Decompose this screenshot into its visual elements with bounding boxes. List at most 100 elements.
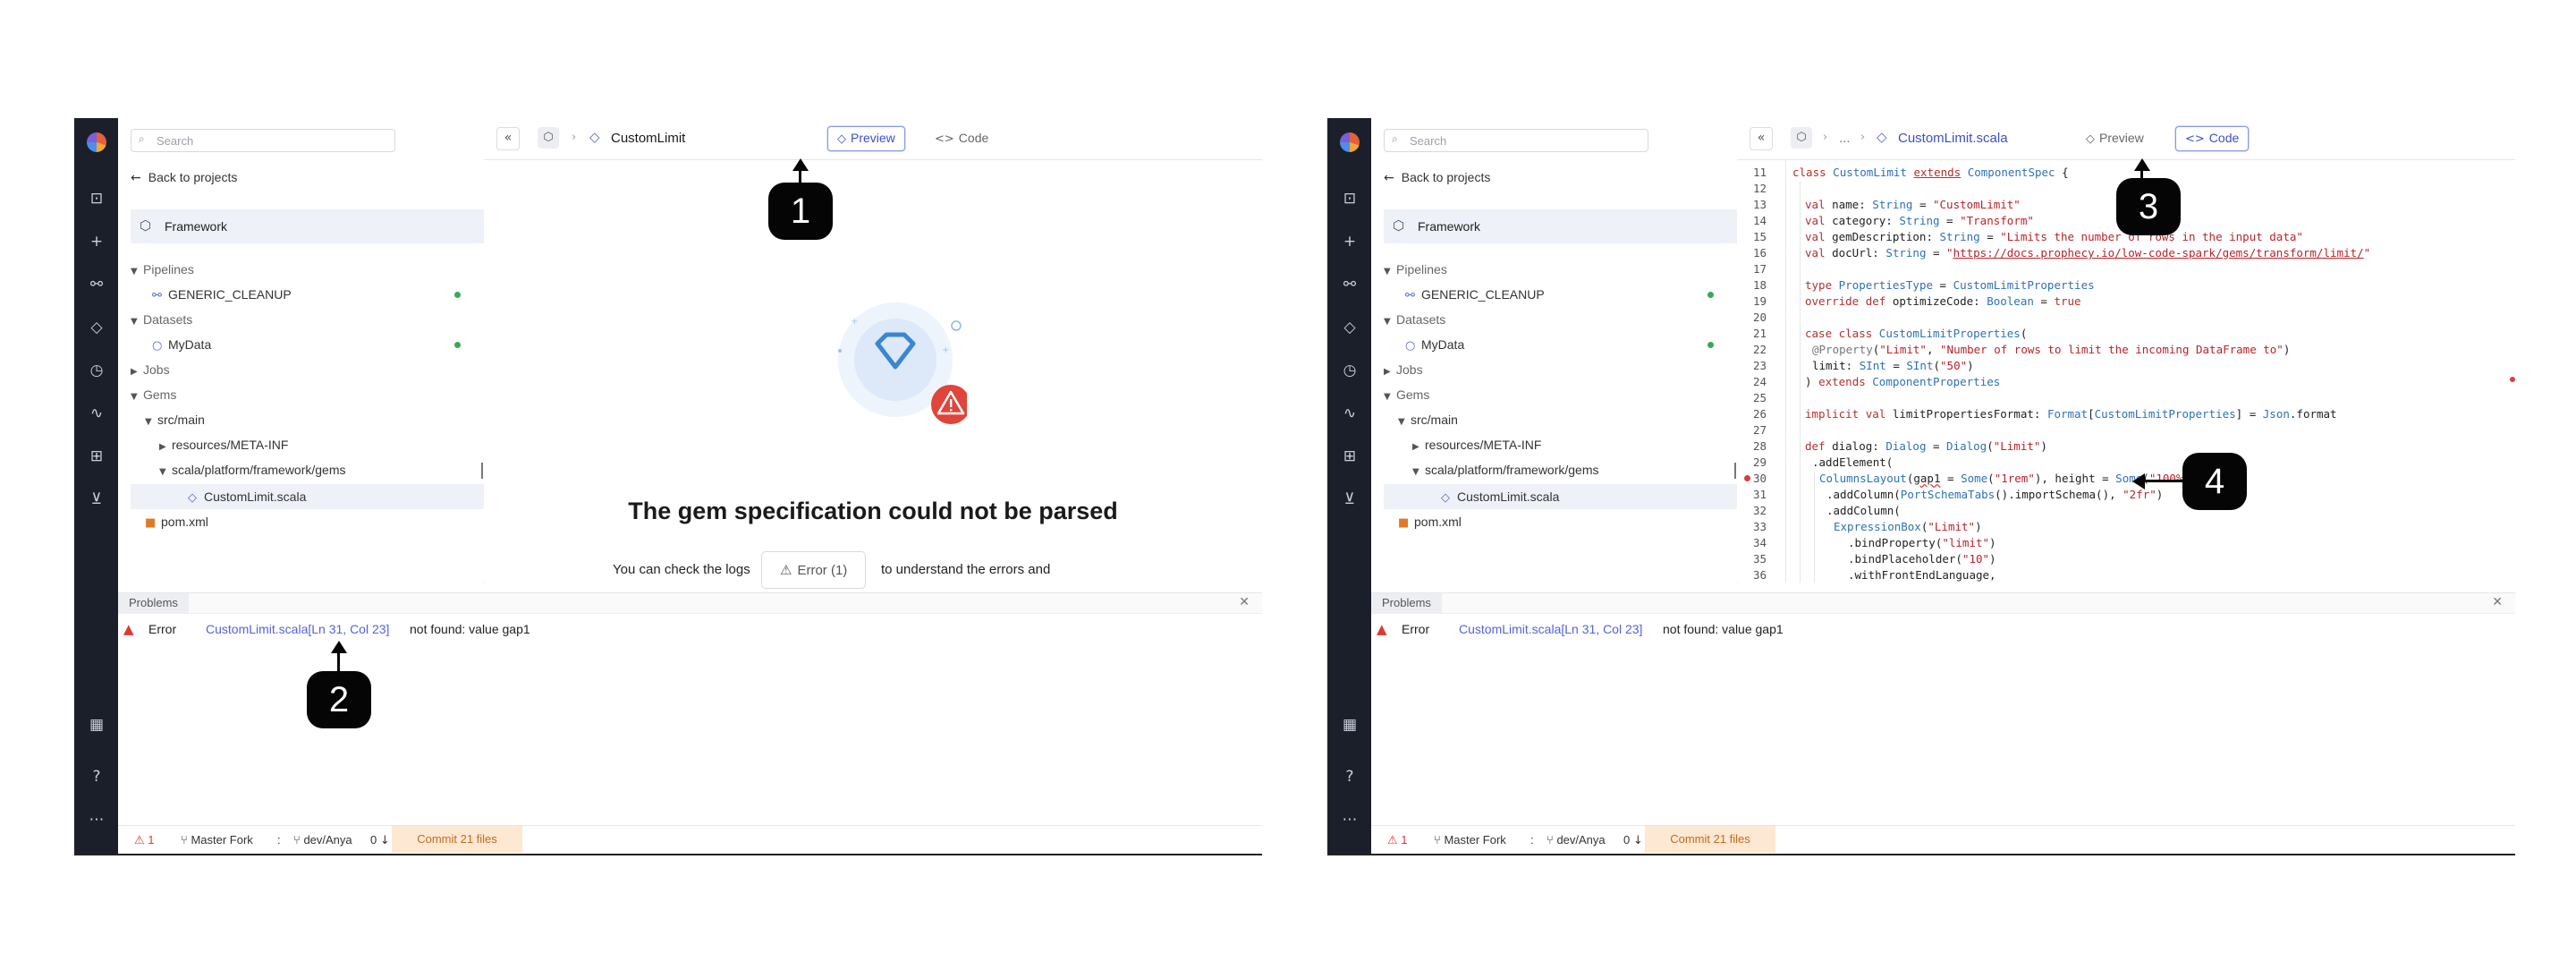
tree-pipelines[interactable]: ▼ Pipelines [1384,260,1447,279]
scan-icon[interactable]: ⊞ [1339,446,1360,467]
tree-gems[interactable]: ▼ Gems [1384,385,1429,404]
search-input[interactable]: ⌕ Search [1384,129,1648,152]
problems-tab[interactable]: Problems [1371,593,1442,613]
status-fork[interactable]: ⑂ Master Fork [1434,833,1506,847]
pipeline-icon[interactable]: ⚯ [1339,274,1360,295]
tree-pom[interactable]: ■ pom.xml [1398,512,1462,532]
error-marker-dot[interactable] [1744,475,1750,481]
folder-search-icon[interactable]: ⊡ [86,188,107,209]
help-icon[interactable]: ? [86,766,107,787]
collapse-sidebar-button[interactable]: « [1750,127,1773,150]
tree-pom[interactable]: ■ pom.xml [145,512,208,532]
collapse-sidebar-button[interactable]: « [496,127,520,150]
tree-dataset-item[interactable]: ○ MyData [152,335,211,354]
tree-pipelines[interactable]: ▼ Pipelines [131,260,194,279]
arrow-down-icon: ↓ [379,834,390,847]
plus-icon[interactable]: + [86,231,107,252]
tree-pipeline-item[interactable]: ⚯ GENERIC_CLEANUP [1405,285,1545,304]
close-icon[interactable]: ✕ [1239,595,1250,609]
help-icon[interactable]: ? [1339,766,1360,787]
tree-src-main[interactable]: ▼ src/main [145,410,205,430]
pipeline-icon[interactable]: ⚯ [86,274,107,295]
pulse-icon[interactable]: ∿ [1339,403,1360,424]
scala-path-label: scala/platform/framework/gems [172,463,346,477]
warning-icon: ▲ [123,621,134,637]
tree-scala-path[interactable]: ▼ scala/platform/framework/gems [159,460,346,480]
tree-file-customlimit[interactable]: ◇ CustomLimit.scala [1441,487,1559,506]
tree-resources[interactable]: ▶ resources/META-INF [159,435,288,455]
breadcrumb-ellipsis[interactable]: ... [1839,131,1851,146]
close-icon[interactable]: ✕ [2492,595,2503,609]
more-icon[interactable]: ⋯ [86,809,107,830]
tree-file-customlimit[interactable]: ◇ CustomLimit.scala [188,487,306,506]
caret-down-icon: ▼ [1398,417,1405,427]
status-errors[interactable]: ⚠ 1 [1387,833,1408,847]
prophecy-logo[interactable] [87,132,106,152]
project-cube-button[interactable]: ⬡ [1791,127,1812,149]
more-icon[interactable]: ⋯ [1339,809,1360,830]
status-branch[interactable]: ⑂ dev/Anya [1546,833,1606,847]
callout-badge-4: 4 [2182,453,2247,510]
status-pull[interactable]: 0 ↓ [370,833,390,847]
tree-resources[interactable]: ▶ resources/META-INF [1412,435,1541,455]
tab-code[interactable]: <> Code [926,126,997,149]
status-pull[interactable]: 0 ↓ [1623,833,1643,847]
code-line: val category: String = "Transform" [1805,214,2034,227]
scan-icon[interactable]: ⊞ [86,446,107,467]
gem-icon[interactable]: ◇ [86,317,107,338]
breadcrumb-separator: › [1823,131,1828,144]
problems-tab[interactable]: Problems [118,593,189,613]
pulse-icon[interactable]: ∿ [86,403,107,424]
project-item[interactable]: ⬡ Framework [1384,209,1737,243]
commit-button[interactable]: Commit 21 files [1645,826,1775,853]
problem-location-link[interactable]: CustomLimit.scala[Ln 31, Col 23] [1459,620,1642,638]
tree-src-main[interactable]: ▼ src/main [1398,410,1458,430]
project-cube-button[interactable]: ⬡ [538,127,559,149]
commit-button[interactable]: Commit 21 files [392,826,522,853]
tree-dataset-item[interactable]: ○ MyData [1405,335,1464,354]
problem-row[interactable]: ▲ Error CustomLimit.scala[Ln 31, Col 23]… [1377,620,1784,638]
error-logs-button[interactable]: ⚠ Error (1) [761,551,867,589]
line-number: 30 [1753,472,1767,485]
indent-guide [1800,182,1801,583]
tree-pipeline-item[interactable]: ⚯ GENERIC_CLEANUP [152,285,292,304]
status-branch[interactable]: ⑂ dev/Anya [293,833,352,847]
clock-icon[interactable]: ◷ [86,360,107,381]
status-fork[interactable]: ⑂ Master Fork [181,833,253,847]
project-name: Framework [1418,219,1481,234]
line-number: 22 [1753,343,1767,356]
grid-icon[interactable]: ▦ [1339,714,1360,736]
tab-preview[interactable]: ◇ Preview [2077,126,2153,149]
gem-icon[interactable]: ◇ [1339,317,1360,338]
tree-jobs[interactable]: ▶ Jobs [131,360,170,379]
status-bar: ⚠ 1 ⑂ Master Fork : ⑂ dev/Anya 0 ↓ Commi… [118,825,1262,853]
branch-label: dev/Anya [1556,833,1606,847]
warning-icon: ⚠ [1387,834,1398,847]
code-line: val docUrl: String = "https://docs.proph… [1805,246,2371,260]
plus-icon[interactable]: + [1339,231,1360,252]
download-icon[interactable]: ⊻ [1339,489,1360,510]
back-to-projects-link[interactable]: ← Back to projects [1384,170,1490,185]
tree-scala-path[interactable]: ▼ scala/platform/framework/gems [1412,460,1599,480]
status-dot [1707,342,1714,348]
tree-gems[interactable]: ▼ Gems [131,385,176,404]
download-icon[interactable]: ⊻ [86,489,107,510]
tree-datasets[interactable]: ▼ Datasets [131,310,192,329]
problem-location-link[interactable]: CustomLimit.scala[Ln 31, Col 23] [206,620,389,638]
tab-code[interactable]: <> Code [2175,126,2250,151]
search-input[interactable]: ⌕ Search [131,129,395,152]
back-to-projects-link[interactable]: ← Back to projects [131,170,237,185]
code-line: ) extends ComponentProperties [1805,375,2001,388]
project-item[interactable]: ⬡ Framework [131,209,484,243]
problem-level: Error [148,622,177,636]
tab-preview[interactable]: ◇ Preview [827,126,905,151]
grid-icon[interactable]: ▦ [86,714,107,736]
tree-datasets[interactable]: ▼ Datasets [1384,310,1445,329]
tree-jobs[interactable]: ▶ Jobs [1384,360,1423,379]
prophecy-logo[interactable] [1340,132,1360,152]
folder-search-icon[interactable]: ⊡ [1339,188,1360,209]
status-dot [454,342,461,348]
clock-icon[interactable]: ◷ [1339,360,1360,381]
status-errors[interactable]: ⚠ 1 [134,833,155,847]
problem-row[interactable]: ▲ Error CustomLimit.scala[Ln 31, Col 23]… [123,620,530,638]
